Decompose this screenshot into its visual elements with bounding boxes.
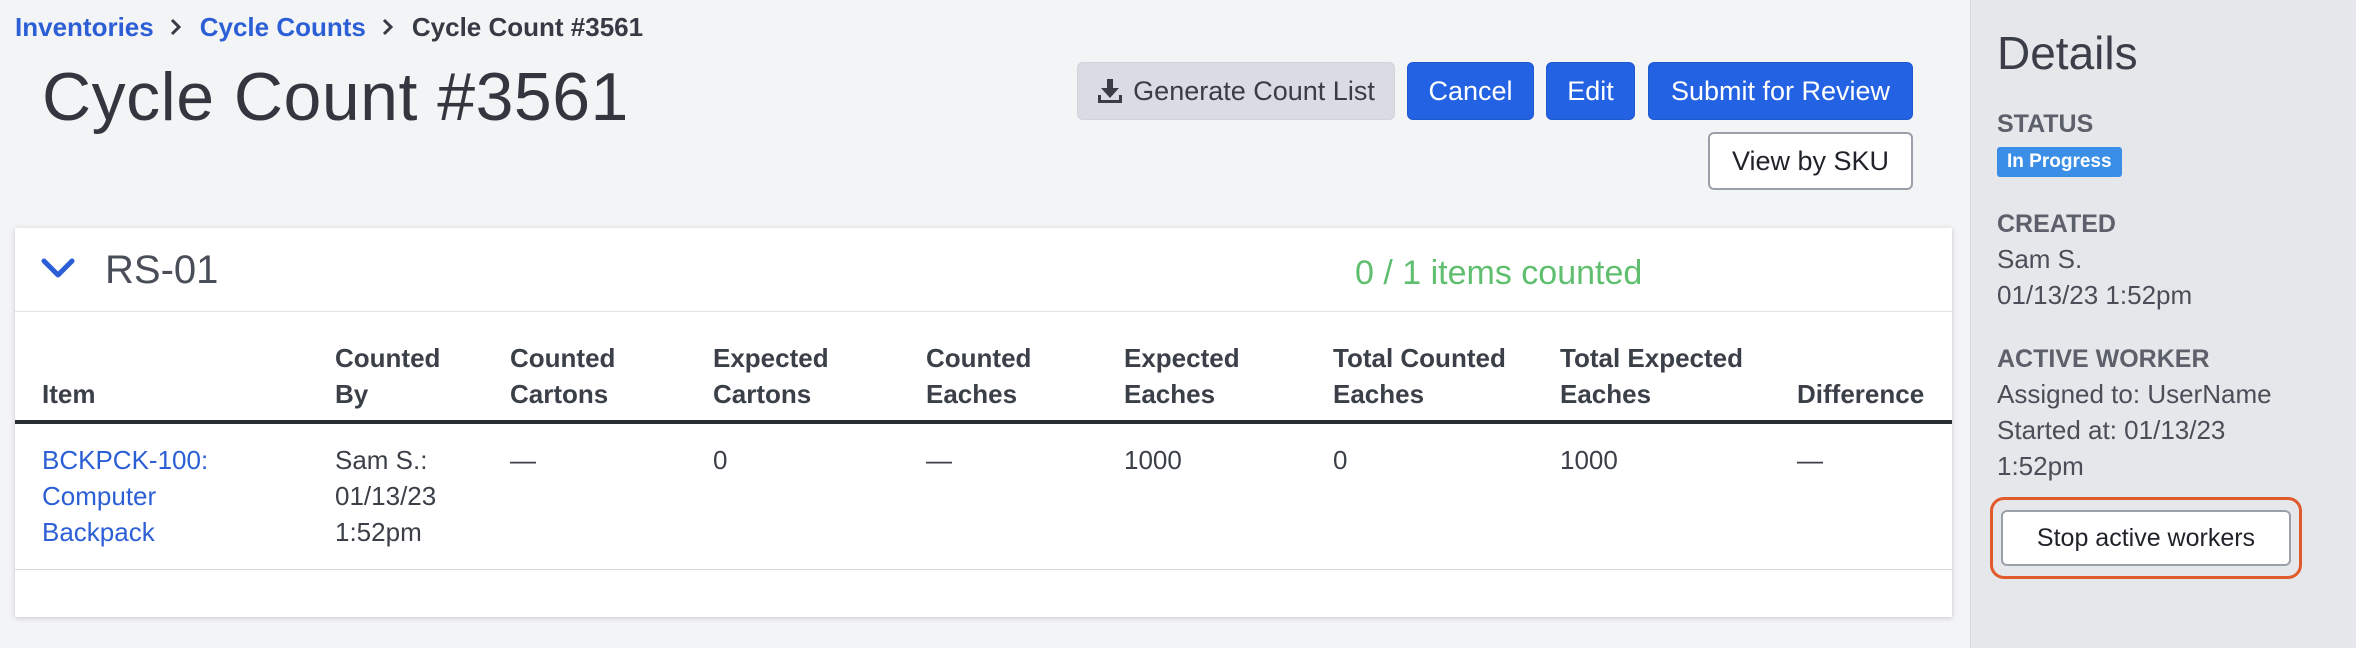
counted-by-cell: Sam S.: 01/13/23 1:52pm	[335, 445, 437, 547]
items-counted-summary: 0 / 1 items counted	[1355, 254, 1643, 292]
column-header-counted-cartons: Counted Cartons	[510, 343, 616, 409]
created-by: Sam S.	[1997, 244, 2083, 274]
breadcrumb: Inventories Cycle Counts Cycle Count #35…	[15, 12, 643, 43]
assigned-to: Assigned to: UserName	[1997, 379, 2272, 409]
main-content: Inventories Cycle Counts Cycle Count #35…	[0, 0, 1970, 648]
active-worker-label: ACTIVE WORKER	[1997, 345, 2210, 373]
generate-count-list-button[interactable]: Generate Count List	[1077, 62, 1395, 120]
total-expected-eaches-cell: 1000	[1560, 445, 1618, 475]
column-header-item: Item	[42, 379, 96, 409]
counted-cartons-cell: —	[510, 445, 536, 475]
breadcrumb-inventories[interactable]: Inventories	[15, 12, 154, 43]
counted-eaches-cell: —	[926, 445, 952, 475]
column-header-total-counted-eaches: Total Counted Eaches	[1333, 343, 1506, 409]
stop-active-workers-button[interactable]: Stop active workers	[2001, 510, 2291, 566]
column-header-expected-cartons: Expected Cartons	[713, 343, 829, 409]
view-by-sku-button[interactable]: View by SKU	[1708, 132, 1913, 190]
status-label: STATUS	[1997, 110, 2094, 138]
status-badge: In Progress	[1997, 147, 2122, 177]
sidebar-title: Details	[1997, 27, 2138, 79]
column-header-counted-by: Counted By	[335, 343, 441, 409]
difference-cell: —	[1797, 445, 1823, 475]
table-header-divider	[15, 420, 1952, 424]
location-card-header: RS-01 0 / 1 items counted	[15, 228, 1952, 312]
breadcrumb-current: Cycle Count #3561	[411, 12, 644, 42]
cancel-button[interactable]: Cancel	[1407, 62, 1534, 120]
started-at: Started at: 01/13/23 1:52pm	[1997, 415, 2226, 481]
column-header-difference: Difference	[1797, 379, 1925, 409]
total-counted-eaches-cell: 0	[1333, 445, 1348, 475]
expected-cartons-cell: 0	[713, 445, 728, 475]
stop-workers-highlight: Stop active workers	[1990, 497, 2302, 579]
column-header-total-expected-eaches: Total Expected Eaches	[1560, 343, 1744, 409]
column-header-counted-eaches: Counted Eaches	[926, 343, 1032, 409]
expected-eaches-cell: 1000	[1124, 445, 1182, 475]
chevron-right-icon	[382, 12, 394, 43]
details-sidebar: Details STATUS In Progress CREATED Sam S…	[1970, 0, 2356, 648]
created-label: CREATED	[1997, 210, 2116, 238]
generate-count-list-label: Generate Count List	[1133, 75, 1375, 106]
created-at: 01/13/23 1:52pm	[1997, 280, 2193, 310]
table-row-divider	[15, 569, 1952, 570]
submit-for-review-button[interactable]: Submit for Review	[1648, 62, 1913, 120]
chevron-down-icon[interactable]	[41, 258, 75, 285]
page-title: Cycle Count #3561	[42, 59, 629, 135]
item-link[interactable]: BCKPCK-100: Computer Backpack	[42, 442, 208, 550]
breadcrumb-cycle-counts[interactable]: Cycle Counts	[200, 12, 366, 43]
download-icon	[1097, 78, 1123, 104]
edit-button[interactable]: Edit	[1546, 62, 1635, 120]
location-card: RS-01 0 / 1 items counted Item Counted By…	[15, 228, 1952, 617]
column-header-expected-eaches: Expected Eaches	[1124, 343, 1240, 409]
chevron-right-icon	[170, 12, 182, 43]
location-title: RS-01	[105, 248, 219, 292]
